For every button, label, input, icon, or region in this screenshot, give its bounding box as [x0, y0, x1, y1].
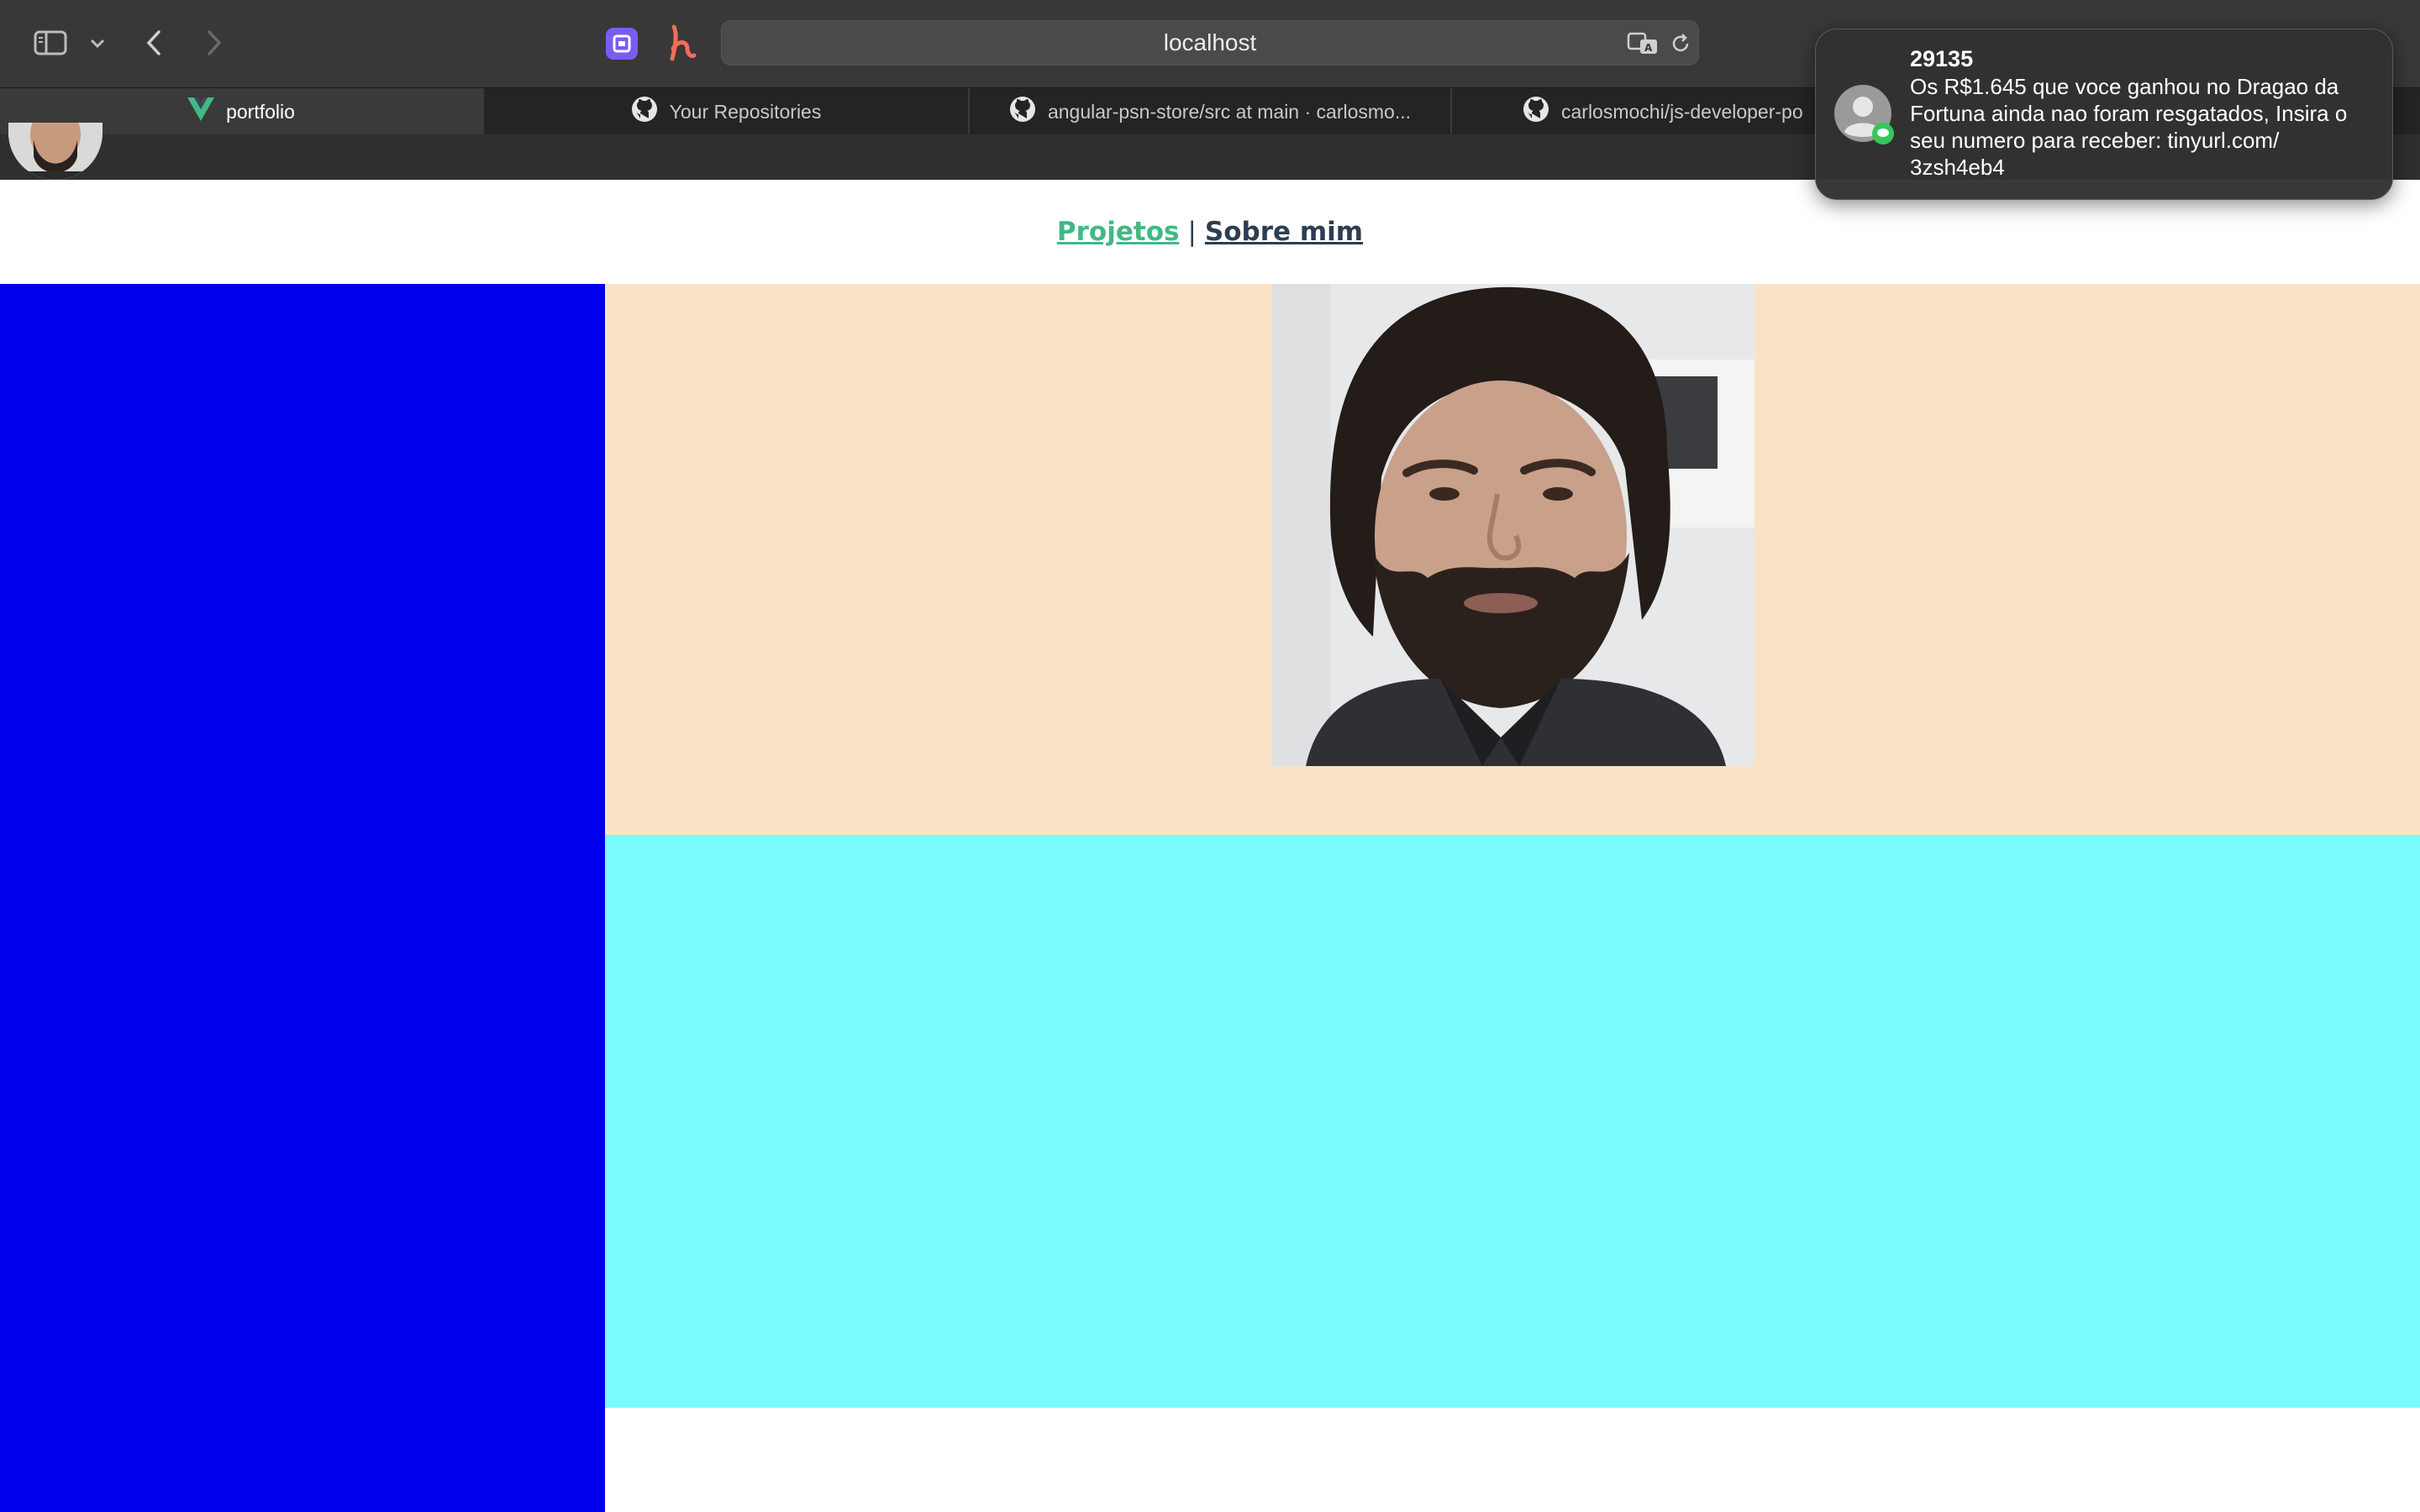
- github-icon: [631, 96, 658, 128]
- url-bar[interactable]: localhost A: [721, 20, 1699, 66]
- sidebar-panel: [0, 284, 605, 1512]
- forward-arrow-icon[interactable]: [202, 27, 227, 59]
- tab-label: angular-psn-store/src at main · carlosmo…: [1047, 100, 1412, 123]
- nav-link-projetos[interactable]: Projetos: [1057, 217, 1180, 247]
- page-content: Projetos | Sobre mim: [0, 180, 2420, 1512]
- tab-angular-psn-store[interactable]: angular-psn-store/src at main · carlosmo…: [968, 88, 1450, 135]
- url-text: localhost: [1163, 29, 1257, 55]
- chevron-down-icon[interactable]: [87, 34, 108, 54]
- content-section: [605, 835, 2420, 1408]
- profile-photo: [1272, 284, 1754, 766]
- github-icon: [1009, 96, 1036, 128]
- tab-label: carlosmochi/js-developer-po: [1561, 100, 1803, 123]
- reload-icon[interactable]: [1668, 31, 1693, 56]
- tab-js-developer-portfolio[interactable]: carlosmochi/js-developer-po: [1450, 88, 1820, 135]
- message-notification[interactable]: 29135 Os R$1.645 que voce ganhou no Drag…: [1815, 29, 2393, 200]
- sidebar-toggle-icon[interactable]: [32, 29, 69, 57]
- hero-section: [605, 284, 2420, 835]
- contact-avatar-icon: [1834, 85, 1895, 145]
- vue-logo-icon: [187, 97, 215, 126]
- tab-label: Your Repositories: [669, 100, 822, 123]
- nav-link-sobre-mim[interactable]: Sobre mim: [1205, 217, 1363, 247]
- svg-text:A: A: [1644, 42, 1653, 54]
- github-icon: [1523, 96, 1549, 128]
- tab-label: portfolio: [226, 100, 295, 123]
- extension-purple-icon[interactable]: [605, 27, 639, 60]
- back-arrow-icon[interactable]: [141, 27, 166, 59]
- honey-extension-icon[interactable]: [664, 24, 701, 62]
- translate-icon[interactable]: A: [1626, 31, 1660, 56]
- nav-separator: |: [1187, 217, 1197, 247]
- notification-message: Os R$1.645 que voce ganhou no Dragao da …: [1910, 74, 2348, 180]
- tab-your-repositories[interactable]: Your Repositories: [482, 88, 968, 135]
- notification-sender: 29135: [1910, 46, 1974, 71]
